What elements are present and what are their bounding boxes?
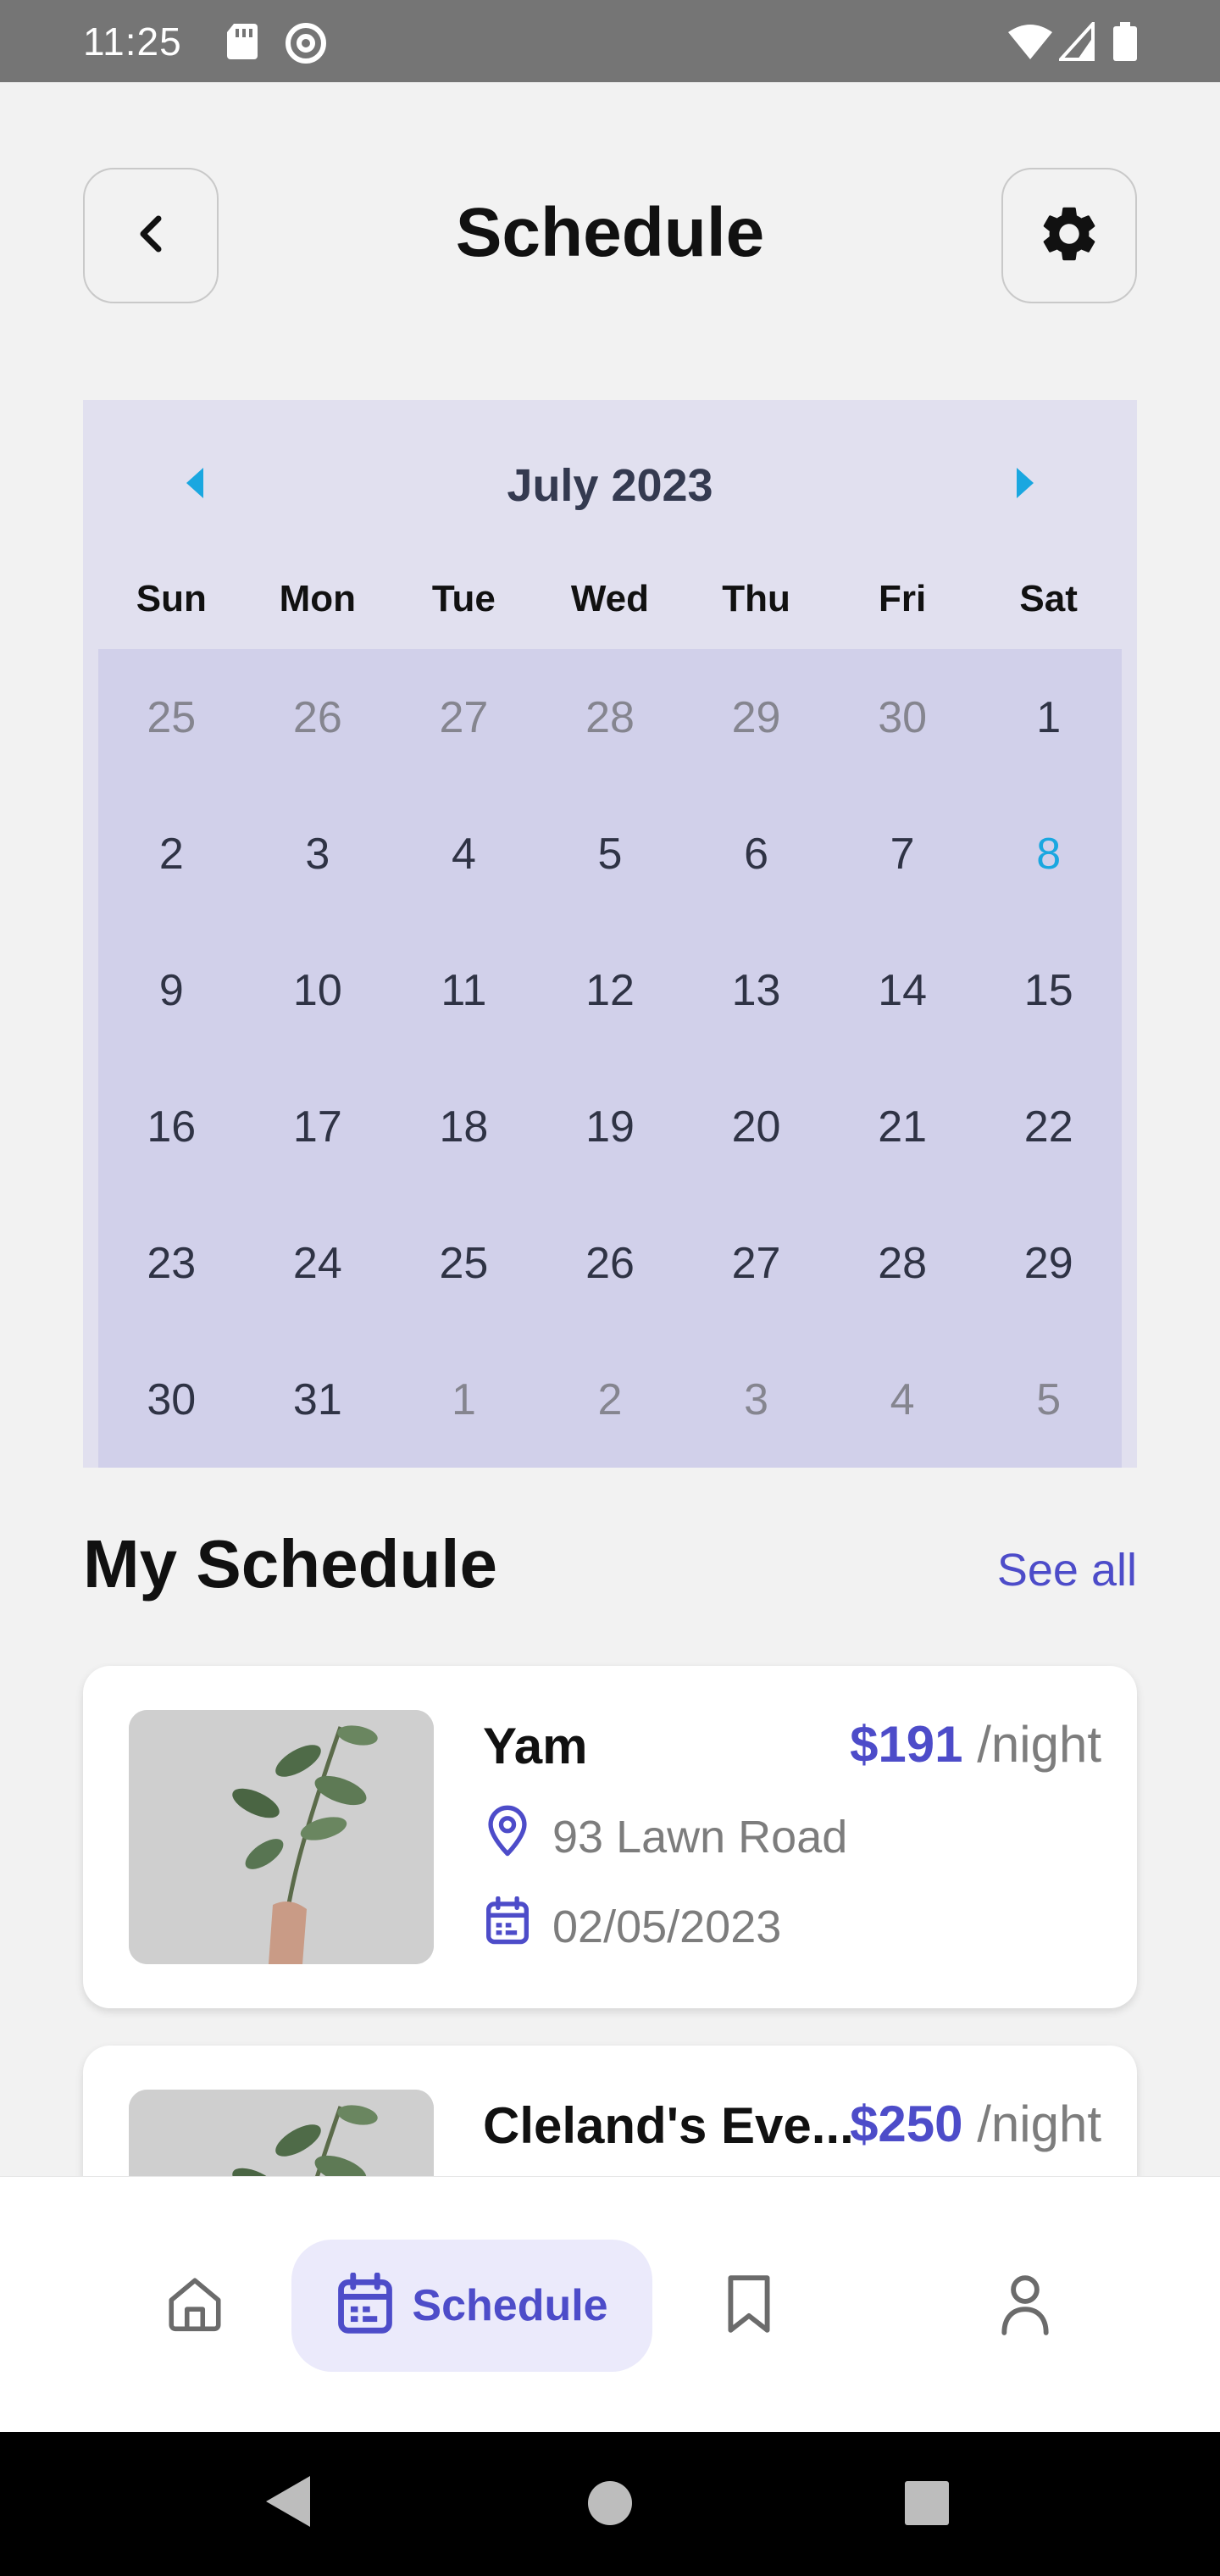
calendar-day-outside-month[interactable]: 28 — [537, 649, 684, 786]
weekday-label: Fri — [878, 578, 927, 619]
calendar-day-outside-month[interactable]: 3 — [683, 1331, 829, 1468]
sd-card-icon — [225, 22, 259, 65]
caret-right-icon — [1017, 467, 1034, 502]
calendar-day-outside-month[interactable]: 4 — [829, 1331, 976, 1468]
calendar-day-outside-month[interactable]: 2 — [537, 1331, 684, 1468]
listing-price: $250 /night — [850, 2095, 1101, 2153]
listing-address: 93 Lawn Road — [552, 1811, 848, 1863]
calendar-day-outside-month[interactable]: 27 — [391, 649, 537, 786]
calendar-day[interactable]: 11 — [391, 922, 537, 1058]
listing-date-row: 02/05/2023 — [485, 1896, 781, 1957]
next-month-button[interactable] — [1008, 467, 1042, 502]
weekday-header: Sun Mon Tue Wed Thu Fri Sat — [98, 578, 1122, 654]
calendar-day[interactable]: 12 — [537, 922, 684, 1058]
calendar-day[interactable]: 30 — [98, 1331, 245, 1468]
calendar-day-outside-month[interactable]: 1 — [391, 1331, 537, 1468]
nav-schedule-label: Schedule — [412, 2281, 608, 2330]
calendar-day[interactable]: 16 — [98, 1058, 245, 1195]
section-title: My Schedule — [83, 1526, 498, 1602]
calendar-icon — [336, 2271, 395, 2340]
calendar-day[interactable]: 22 — [975, 1058, 1122, 1195]
status-bar: 11:25 — [0, 0, 1220, 82]
system-back-icon[interactable] — [264, 2474, 312, 2533]
calendar-day[interactable]: 25 — [391, 1195, 537, 1331]
price-value: $191 — [850, 1716, 963, 1773]
calendar-month-label: July 2023 — [507, 460, 713, 511]
calendar-day[interactable]: 19 — [537, 1058, 684, 1195]
listing-date: 02/05/2023 — [552, 1901, 782, 1952]
schedule-card[interactable]: Yam $191 /night 93 Lawn Road 02/05/2023 — [83, 1666, 1137, 2008]
calendar-day[interactable]: 15 — [975, 922, 1122, 1058]
calendar-day[interactable]: 10 — [245, 922, 391, 1058]
calendar-grid: 25 26 27 28 29 30 1 2 3 4 5 6 7 8 9 10 1… — [98, 649, 1122, 1468]
nav-saved[interactable] — [690, 2240, 808, 2372]
calendar-day[interactable]: 21 — [829, 1058, 976, 1195]
system-home-icon[interactable] — [586, 2479, 634, 2531]
calendar-day[interactable]: 20 — [683, 1058, 829, 1195]
calendar-icon — [485, 1896, 530, 1957]
calendar-day[interactable]: 13 — [683, 922, 829, 1058]
listing-name: Yam — [483, 1718, 588, 1774]
calendar-day[interactable]: 3 — [245, 786, 391, 922]
calendar-day[interactable]: 5 — [537, 786, 684, 922]
weekday-label: Wed — [570, 578, 650, 619]
see-all-link[interactable]: See all — [997, 1544, 1137, 1596]
bookmark-icon — [722, 2273, 776, 2340]
wifi-icon — [1006, 22, 1054, 65]
nav-home[interactable] — [136, 2240, 254, 2372]
price-unit: /night — [977, 2096, 1101, 2152]
calendar-day[interactable]: 26 — [537, 1195, 684, 1331]
listing-name: Cleland's Eve... — [483, 2097, 854, 2154]
calendar-day-outside-month[interactable]: 25 — [98, 649, 245, 786]
listing-image — [129, 1710, 434, 1964]
calendar-day[interactable]: 1 — [975, 649, 1122, 786]
listing-address-row: 93 Lawn Road — [485, 1805, 847, 1868]
home-icon — [164, 2273, 226, 2340]
weekday-label: Mon — [279, 578, 357, 619]
calendar-day-outside-month[interactable]: 5 — [975, 1331, 1122, 1468]
nav-profile[interactable] — [966, 2240, 1084, 2372]
calendar-day-outside-month[interactable]: 26 — [245, 649, 391, 786]
calendar-day[interactable]: 6 — [683, 786, 829, 922]
weekday-label: Sat — [1019, 578, 1078, 619]
calendar-day[interactable]: 9 — [98, 922, 245, 1058]
calendar-day[interactable]: 17 — [245, 1058, 391, 1195]
gear-icon — [1036, 201, 1102, 271]
calendar-day[interactable]: 28 — [829, 1195, 976, 1331]
calendar-day[interactable]: 4 — [391, 786, 537, 922]
status-time: 11:25 — [83, 19, 182, 64]
listing-price: $191 /night — [850, 1715, 1101, 1774]
price-unit: /night — [977, 1716, 1101, 1773]
calendar-day-outside-month[interactable]: 30 — [829, 649, 976, 786]
calendar: July 2023 Sun Mon Tue Wed Thu Fri Sat 25… — [83, 400, 1137, 1468]
weekday-label: Thu — [722, 578, 790, 619]
calendar-day[interactable]: 29 — [975, 1195, 1122, 1331]
chevron-left-icon — [138, 215, 164, 257]
user-icon — [998, 2273, 1052, 2340]
calendar-day[interactable]: 24 — [245, 1195, 391, 1331]
calendar-day[interactable]: 31 — [245, 1331, 391, 1468]
price-value: $250 — [850, 2096, 963, 2152]
calendar-day-today[interactable]: 8 — [975, 786, 1122, 922]
location-pin-icon — [485, 1805, 530, 1868]
weekday-label: Tue — [431, 578, 496, 619]
calendar-day[interactable]: 23 — [98, 1195, 245, 1331]
nav-schedule[interactable]: Schedule — [291, 2240, 652, 2372]
calendar-day-outside-month[interactable]: 29 — [683, 649, 829, 786]
calendar-day[interactable]: 27 — [683, 1195, 829, 1331]
bottom-navigation: Schedule — [0, 2176, 1220, 2432]
system-navigation-bar — [0, 2432, 1220, 2576]
cell-signal-icon — [1056, 19, 1095, 65]
calendar-day[interactable]: 18 — [391, 1058, 537, 1195]
weekday-label: Sun — [136, 578, 207, 619]
back-button[interactable] — [83, 168, 219, 303]
calendar-day[interactable]: 14 — [829, 922, 976, 1058]
calendar-day[interactable]: 2 — [98, 786, 245, 922]
system-recents-icon[interactable] — [905, 2481, 949, 2529]
settings-button[interactable] — [1001, 168, 1137, 303]
page-title: Schedule — [455, 194, 765, 271]
calendar-day[interactable]: 7 — [829, 786, 976, 922]
at-sign-icon — [285, 22, 327, 69]
battery-icon — [1113, 22, 1137, 65]
